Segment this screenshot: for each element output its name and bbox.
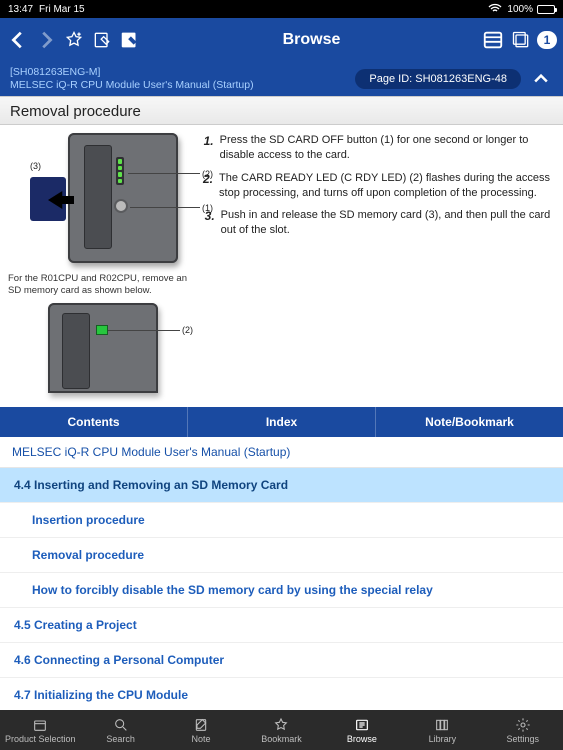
figure-device-2: (2) xyxy=(48,303,208,399)
page-title: Browse xyxy=(146,31,477,49)
tab-contents[interactable]: Contents xyxy=(0,407,188,437)
section-header: Removal procedure xyxy=(0,96,563,125)
status-date: Fri Mar 15 xyxy=(39,4,85,15)
toc-item[interactable]: How to forcibly disable the SD memory ca… xyxy=(0,573,563,608)
step-1: 1.Press the SD CARD OFF button (1) for o… xyxy=(203,133,555,163)
bottom-search[interactable]: Search xyxy=(80,717,160,744)
toc-item[interactable]: 4.5 Creating a Project xyxy=(0,608,563,643)
toc-item[interactable]: 4.7 Initializing the CPU Module xyxy=(0,678,563,713)
toc-item[interactable]: 4.4 Inserting and Removing an SD Memory … xyxy=(0,468,563,503)
wifi-icon xyxy=(487,1,503,17)
back-icon[interactable] xyxy=(6,28,30,52)
procedure-steps: 1.Press the SD CARD OFF button (1) for o… xyxy=(203,133,555,399)
figure-device-1: (3) (2) (1) xyxy=(30,133,190,273)
navbar: Browse 1 xyxy=(0,18,563,62)
toc-item[interactable]: Insertion procedure xyxy=(0,503,563,538)
bottom-browse[interactable]: Browse xyxy=(322,717,402,744)
forward-icon[interactable] xyxy=(34,28,58,52)
toc-list: 4.4 Inserting and Removing an SD Memory … xyxy=(0,468,563,713)
callout-2: (2) xyxy=(202,169,213,179)
bottom-settings[interactable]: Settings xyxy=(483,717,563,744)
star-add-icon[interactable] xyxy=(62,28,86,52)
bottom-toolbar: Product Selection Search Note Bookmark B… xyxy=(0,710,563,750)
ios-status-bar: 13:47 Fri Mar 15 100% xyxy=(0,0,563,18)
toc-item[interactable]: 4.6 Connecting a Personal Computer xyxy=(0,643,563,678)
bottom-library[interactable]: Library xyxy=(402,717,482,744)
tab-index[interactable]: Index xyxy=(188,407,376,437)
tab-count-badge[interactable]: 1 xyxy=(537,31,557,49)
bottom-bookmark[interactable]: Bookmark xyxy=(241,717,321,744)
callout-2b: (2) xyxy=(182,325,193,335)
manual-content: (3) (2) (1) For the R01CPU and R02CPU, r… xyxy=(0,125,563,407)
doc-id: [SH081263ENG-M] xyxy=(10,66,347,79)
status-time: 13:47 xyxy=(8,4,33,15)
callout-1: (1) xyxy=(202,203,213,213)
windows-icon[interactable] xyxy=(509,28,533,52)
toc-doc-title[interactable]: MELSEC iQ-R CPU Module User's Manual (St… xyxy=(0,437,563,468)
tab-notebookmark[interactable]: Note/Bookmark xyxy=(376,407,563,437)
battery-percent: 100% xyxy=(507,4,533,15)
note-edit-fill-icon[interactable] xyxy=(118,28,142,52)
figure-note: For the R01CPU and R02CPU, remove an SD … xyxy=(8,273,198,297)
chevron-up-icon[interactable] xyxy=(529,67,553,91)
step-2: 2.The CARD READY LED (C RDY LED) (2) fla… xyxy=(203,171,555,201)
callout-3: (3) xyxy=(30,161,41,171)
bottom-note[interactable]: Note xyxy=(161,717,241,744)
toc-item[interactable]: Removal procedure xyxy=(0,538,563,573)
battery-icon xyxy=(537,5,555,14)
doc-title: MELSEC iQ-R CPU Module User's Manual (St… xyxy=(10,79,347,92)
note-edit-icon[interactable] xyxy=(90,28,114,52)
panel-tabs: Contents Index Note/Bookmark xyxy=(0,407,563,437)
step-3: 3.Push in and release the SD memory card… xyxy=(203,208,555,238)
page-id-pill[interactable]: Page ID: SH081263ENG-48 xyxy=(355,69,521,89)
bottom-product-selection[interactable]: Product Selection xyxy=(0,717,80,744)
list-icon[interactable] xyxy=(481,28,505,52)
doc-info-bar: [SH081263ENG-M] MELSEC iQ-R CPU Module U… xyxy=(0,62,563,96)
